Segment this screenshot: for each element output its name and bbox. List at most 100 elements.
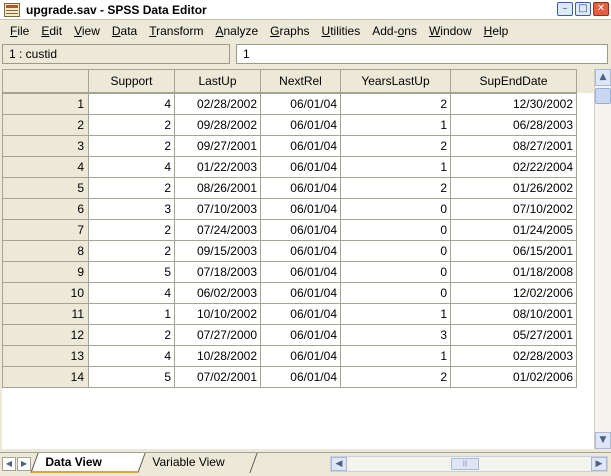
data-cell[interactable]: 09/15/2003 — [174, 240, 261, 262]
data-cell[interactable]: 08/27/2001 — [450, 135, 577, 157]
data-cell[interactable]: 07/02/2001 — [174, 366, 261, 388]
menu-item-10[interactable]: Help — [478, 22, 515, 40]
menu-item-0[interactable]: File — [4, 22, 35, 40]
data-cell[interactable]: 10/10/2002 — [174, 303, 261, 325]
data-cell[interactable]: 12/30/2002 — [450, 93, 577, 115]
data-cell[interactable]: 07/27/2000 — [174, 324, 261, 346]
data-cell[interactable]: 2 — [88, 177, 175, 199]
data-cell[interactable]: 05/27/2001 — [450, 324, 577, 346]
menu-item-7[interactable]: Utilities — [316, 22, 367, 40]
close-button[interactable]: ✕ — [593, 2, 609, 16]
data-cell[interactable]: 1 — [340, 156, 451, 178]
row-number[interactable]: 12 — [2, 324, 89, 346]
row-number[interactable]: 11 — [2, 303, 89, 325]
column-header[interactable]: NextRel — [260, 69, 341, 93]
data-cell[interactable]: 0 — [340, 240, 451, 262]
data-cell[interactable]: 2 — [340, 93, 451, 115]
tab-prev-icon[interactable]: ◀ — [2, 457, 16, 471]
data-cell[interactable]: 5 — [88, 261, 175, 283]
data-cell[interactable]: 4 — [88, 156, 175, 178]
corner-cell[interactable] — [2, 69, 89, 93]
menu-item-5[interactable]: Analyze — [209, 22, 264, 40]
data-cell[interactable]: 06/01/04 — [260, 303, 341, 325]
data-cell[interactable]: 08/26/2001 — [174, 177, 261, 199]
row-number[interactable]: 13 — [2, 345, 89, 367]
menu-item-3[interactable]: Data — [106, 22, 143, 40]
data-cell[interactable]: 06/01/04 — [260, 156, 341, 178]
column-header[interactable]: SupEndDate — [450, 69, 577, 93]
data-cell[interactable]: 01/26/2002 — [450, 177, 577, 199]
data-cell[interactable]: 06/02/2003 — [174, 282, 261, 304]
data-cell[interactable]: 06/01/04 — [260, 261, 341, 283]
vertical-scrollbar[interactable]: ▲ ▼ — [594, 69, 611, 449]
spss-app-icon[interactable] — [4, 2, 20, 17]
row-number[interactable]: 7 — [2, 219, 89, 241]
data-cell[interactable]: 07/10/2002 — [450, 198, 577, 220]
data-cell[interactable]: 1 — [340, 345, 451, 367]
tab-variable-view[interactable]: Variable View — [140, 453, 258, 473]
row-number[interactable]: 9 — [2, 261, 89, 283]
data-cell[interactable]: 2 — [88, 324, 175, 346]
menu-item-9[interactable]: Window — [423, 22, 478, 40]
scroll-up-icon[interactable]: ▲ — [595, 69, 611, 86]
data-cell[interactable]: 0 — [340, 282, 451, 304]
row-number[interactable]: 3 — [2, 135, 89, 157]
row-number[interactable]: 5 — [2, 177, 89, 199]
data-cell[interactable]: 06/01/04 — [260, 345, 341, 367]
data-cell[interactable]: 1 — [340, 303, 451, 325]
scroll-right-icon[interactable]: ▶ — [591, 457, 607, 471]
horizontal-scroll-thumb[interactable]: ||| — [451, 458, 479, 470]
data-cell[interactable]: 5 — [88, 366, 175, 388]
data-cell[interactable]: 0 — [340, 219, 451, 241]
data-cell[interactable]: 02/22/2004 — [450, 156, 577, 178]
row-number[interactable]: 10 — [2, 282, 89, 304]
data-cell[interactable]: 06/01/04 — [260, 198, 341, 220]
data-cell[interactable]: 4 — [88, 93, 175, 115]
menu-item-6[interactable]: Graphs — [264, 22, 315, 40]
data-cell[interactable]: 06/01/04 — [260, 240, 341, 262]
data-cell[interactable]: 06/01/04 — [260, 366, 341, 388]
data-cell[interactable]: 4 — [88, 282, 175, 304]
data-cell[interactable]: 2 — [88, 135, 175, 157]
column-header[interactable]: LastUp — [174, 69, 261, 93]
scroll-left-icon[interactable]: ◀ — [331, 457, 347, 471]
data-cell[interactable]: 2 — [88, 114, 175, 136]
data-cell[interactable]: 07/10/2003 — [174, 198, 261, 220]
vertical-scroll-thumb[interactable] — [595, 88, 611, 104]
row-number[interactable]: 14 — [2, 366, 89, 388]
horizontal-scrollbar[interactable]: ◀ ||| ▶ — [330, 456, 608, 472]
data-cell[interactable]: 09/27/2001 — [174, 135, 261, 157]
tab-data-view[interactable]: Data View — [30, 453, 146, 473]
data-cell[interactable]: 2 — [340, 366, 451, 388]
data-cell[interactable]: 06/01/04 — [260, 93, 341, 115]
row-number[interactable]: 1 — [2, 93, 89, 115]
data-cell[interactable]: 06/01/04 — [260, 114, 341, 136]
data-cell[interactable]: 08/10/2001 — [450, 303, 577, 325]
data-cell[interactable]: 06/01/04 — [260, 282, 341, 304]
data-cell[interactable]: 01/24/2005 — [450, 219, 577, 241]
data-cell[interactable]: 01/22/2003 — [174, 156, 261, 178]
data-cell[interactable]: 07/24/2003 — [174, 219, 261, 241]
maximize-button[interactable]: □ — [575, 2, 591, 16]
data-cell[interactable]: 2 — [340, 135, 451, 157]
minimize-button[interactable]: – — [557, 2, 573, 16]
data-cell[interactable]: 0 — [340, 261, 451, 283]
data-cell[interactable]: 06/01/04 — [260, 219, 341, 241]
data-cell[interactable]: 07/18/2003 — [174, 261, 261, 283]
data-cell[interactable]: 1 — [340, 114, 451, 136]
data-cell[interactable]: 01/18/2008 — [450, 261, 577, 283]
menu-item-2[interactable]: View — [68, 22, 106, 40]
data-cell[interactable]: 12/02/2006 — [450, 282, 577, 304]
tab-next-icon[interactable]: ▶ — [17, 457, 31, 471]
data-cell[interactable]: 3 — [88, 198, 175, 220]
data-cell[interactable]: 01/02/2006 — [450, 366, 577, 388]
data-cell[interactable]: 06/28/2003 — [450, 114, 577, 136]
data-cell[interactable]: 06/01/04 — [260, 177, 341, 199]
data-cell[interactable]: 2 — [88, 240, 175, 262]
column-header[interactable]: Support — [88, 69, 175, 93]
data-cell[interactable]: 3 — [340, 324, 451, 346]
data-cell[interactable]: 1 — [88, 303, 175, 325]
data-cell[interactable]: 06/15/2001 — [450, 240, 577, 262]
data-cell[interactable]: 09/28/2002 — [174, 114, 261, 136]
row-number[interactable]: 6 — [2, 198, 89, 220]
